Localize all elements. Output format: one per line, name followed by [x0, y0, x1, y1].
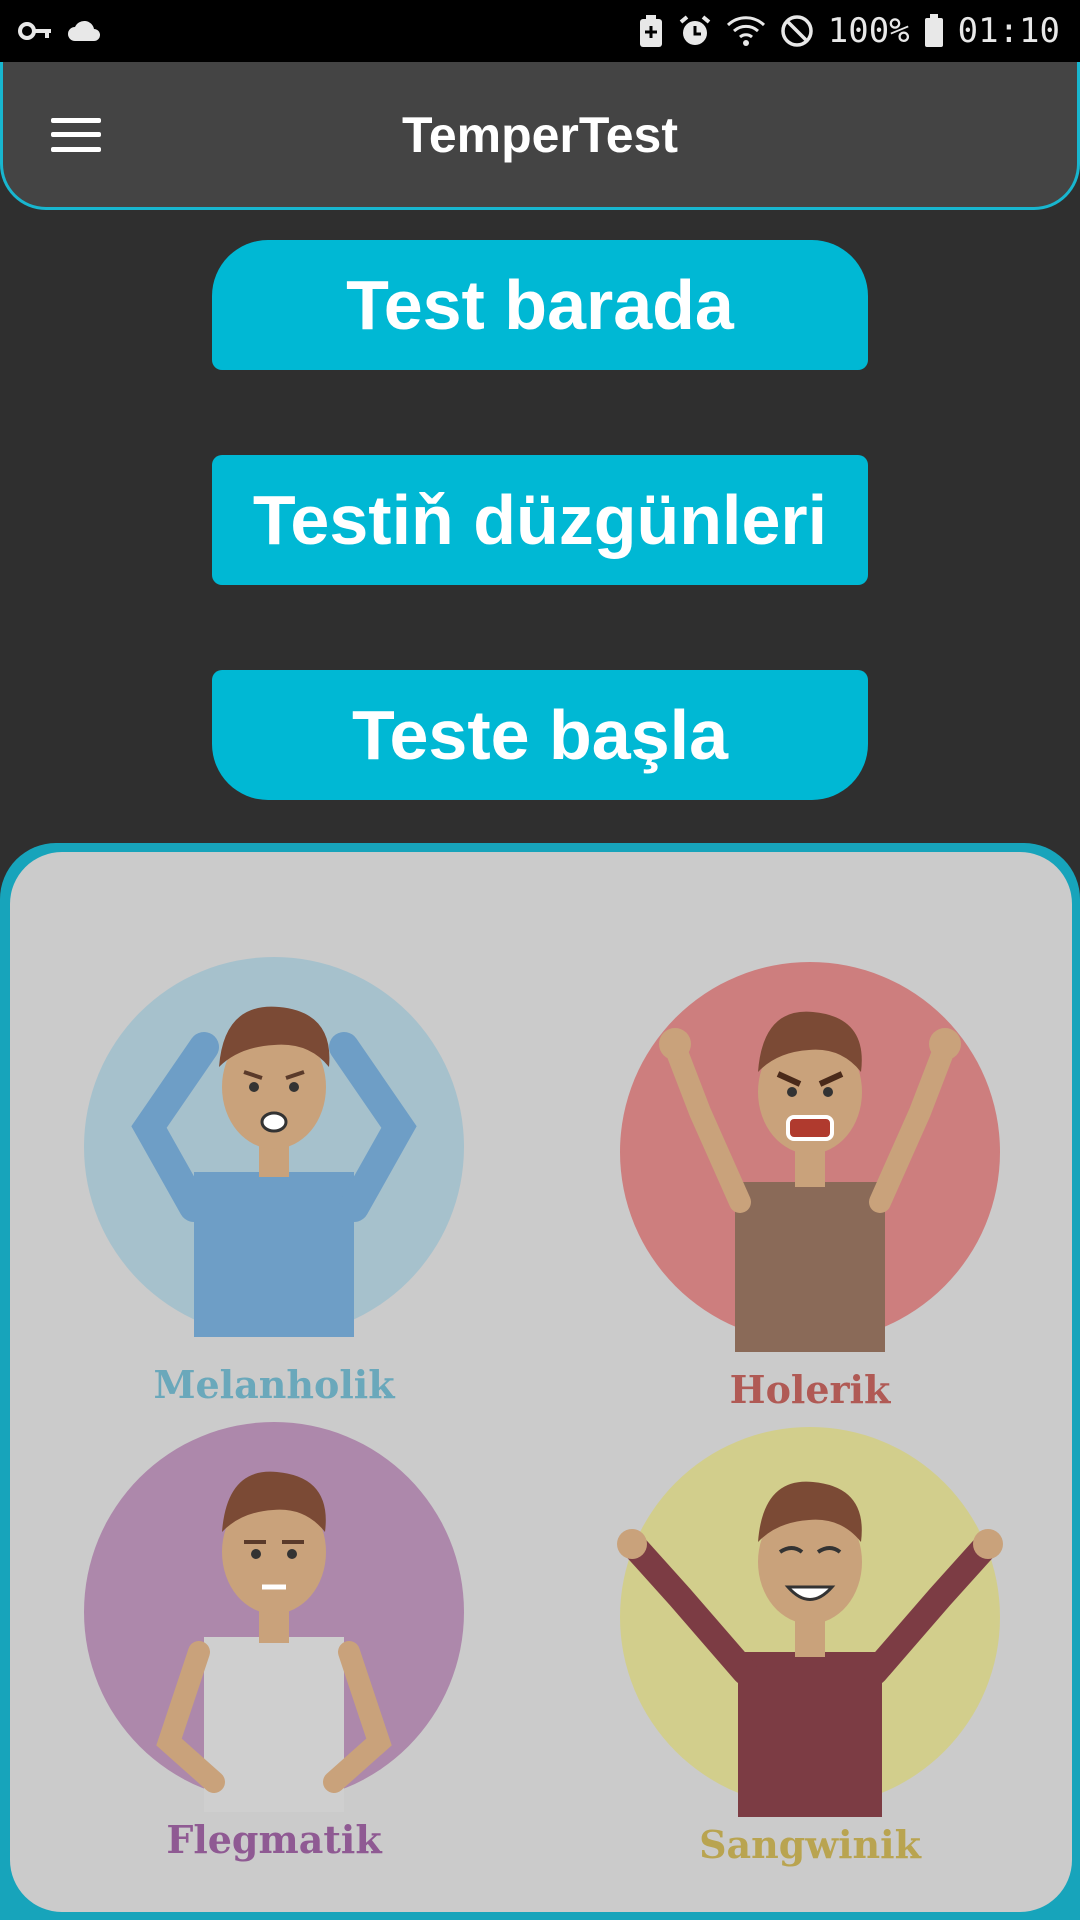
status-bar: 100% 01:10: [0, 0, 1080, 62]
status-left: [18, 19, 102, 43]
melanholik-illustration: [84, 957, 464, 1337]
alarm-icon: [678, 14, 712, 48]
temperament-card-flegmatik: Flegmatik: [74, 1422, 474, 1862]
hamburger-menu-icon[interactable]: [47, 112, 105, 158]
temperament-card-holerik: Holerik: [610, 962, 1010, 1412]
holerik-label: Holerik: [729, 1367, 891, 1412]
sangwinik-illustration: [617, 1427, 1003, 1817]
flegmatik-label: Flegmatik: [166, 1817, 382, 1862]
start-test-button[interactable]: Teste başla: [212, 670, 868, 800]
wifi-icon: [726, 15, 766, 47]
sangwinik-label: Sangwinik: [699, 1822, 921, 1867]
temperament-card-sangwinik: Sangwinik: [610, 1427, 1010, 1867]
clock: 01:10: [957, 11, 1060, 51]
about-test-button[interactable]: Test barada: [212, 240, 868, 370]
holerik-illustration: [620, 962, 1000, 1352]
app-title: TemperTest: [401, 106, 678, 163]
temperaments-panel: Melanholik Holerik Flegmatik Sangwinik: [10, 852, 1072, 1912]
temperament-card-melanholik: Melanholik: [74, 957, 474, 1407]
cloud-icon: [66, 19, 102, 43]
test-rules-button[interactable]: Testiň düzgünleri: [212, 455, 868, 585]
battery-icon: [924, 14, 944, 48]
do-not-disturb-icon: [780, 14, 814, 48]
app-bar: TemperTest: [0, 62, 1080, 210]
melanholik-label: Melanholik: [153, 1362, 395, 1407]
battery-saver-icon: [638, 14, 664, 48]
flegmatik-illustration: [84, 1422, 464, 1812]
battery-percent: 100%: [827, 11, 910, 51]
key-icon: [18, 21, 52, 41]
status-right: 100% 01:10: [638, 11, 1060, 51]
